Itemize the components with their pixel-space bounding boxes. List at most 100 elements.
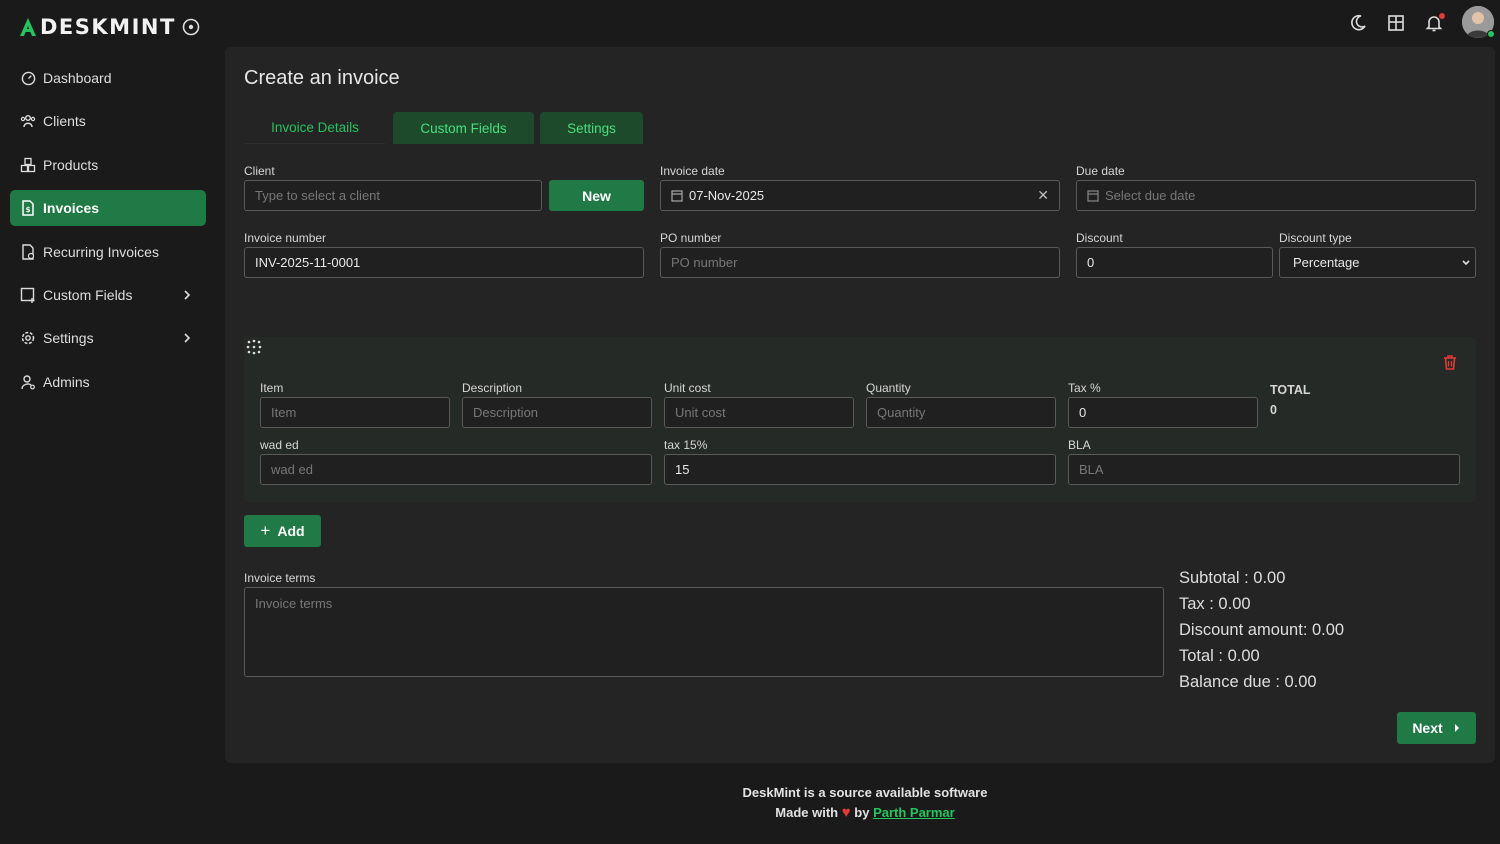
trash-icon[interactable] — [1441, 353, 1459, 371]
sidebar-item-recurring-invoices[interactable]: Recurring Invoices — [10, 234, 206, 270]
client-input[interactable]: Type to select a client — [244, 180, 542, 211]
users-icon — [20, 113, 36, 129]
gear-icon — [20, 330, 36, 346]
due-date-placeholder: Select due date — [1105, 188, 1196, 203]
sidebar-item-clients[interactable]: Clients — [10, 103, 206, 139]
due-date-field[interactable]: Select due date — [1076, 180, 1476, 211]
custom-field-3-label: BLA — [1068, 438, 1091, 452]
sidebar-item-dashboard[interactable]: Dashboard — [10, 60, 206, 96]
chevron-right-icon — [184, 290, 191, 300]
svg-text:$: $ — [26, 206, 31, 214]
add-line-item-button[interactable]: + Add — [244, 515, 321, 547]
next-button[interactable]: Next — [1397, 712, 1476, 744]
discount-input[interactable]: 0 — [1076, 247, 1273, 278]
quantity-label: Quantity — [866, 381, 911, 395]
heart-icon: ♥ — [841, 804, 851, 821]
po-number-label: PO number — [660, 231, 722, 245]
description-label: Description — [462, 381, 523, 395]
sidebar-item-label: Recurring Invoices — [43, 243, 159, 260]
invoice-date-label: Invoice date — [660, 164, 725, 178]
tax-label: Tax % — [1068, 381, 1101, 395]
unit-cost-input[interactable]: Unit cost — [664, 397, 854, 428]
invoice-number-input[interactable]: INV-2025-11-0001 — [244, 247, 644, 278]
caret-right-icon — [1454, 724, 1459, 732]
bell-icon[interactable] — [1423, 12, 1445, 34]
discount-type-select[interactable]: Percentage — [1279, 247, 1476, 278]
due-date-label: Due date — [1076, 164, 1125, 178]
description-input[interactable]: Description — [462, 397, 652, 428]
discount-type-value: Percentage — [1293, 255, 1360, 270]
item-input[interactable]: Item — [260, 397, 450, 428]
footer-line-1: DeskMint is a source available software — [742, 785, 988, 800]
dashboard-icon — [20, 70, 36, 86]
layout-icon[interactable] — [1385, 12, 1407, 34]
footer-by: by — [854, 805, 870, 820]
custom-field-1-input[interactable]: wad ed — [260, 454, 652, 485]
footer-line-2: Made with ♥ by Parth Parmar — [0, 803, 1500, 823]
subtotal-text: Subtotal : 0.00 — [1179, 569, 1286, 587]
client-label: Client — [244, 164, 275, 178]
sidebar-item-label: Settings — [43, 330, 94, 347]
total-text: Total : 0.00 — [1179, 647, 1260, 665]
invoice-date-value: 07-Nov-2025 — [689, 188, 765, 203]
item-label: Item — [260, 381, 284, 395]
line-total-value: 0 — [1270, 403, 1277, 417]
calendar-icon — [671, 190, 683, 202]
clear-date-icon[interactable]: ✕ — [1037, 187, 1049, 204]
sidebar-item-label: Admins — [43, 373, 90, 390]
admin-icon — [20, 374, 36, 390]
sidebar-item-invoices[interactable]: $ Invoices — [10, 190, 206, 227]
custom-field-2-label: tax 15% — [664, 438, 708, 452]
sidebar-item-products[interactable]: Products — [10, 147, 206, 183]
moon-icon[interactable] — [1347, 12, 1369, 34]
sidebar-item-custom-fields[interactable]: Custom Fields — [10, 277, 206, 313]
invoice-terms-label: Invoice terms — [244, 571, 316, 585]
tab-custom-fields[interactable]: Custom Fields — [393, 112, 534, 144]
sidebar-toggle-icon[interactable] — [181, 17, 201, 37]
brand-logo[interactable]: DESKMINT — [18, 14, 176, 40]
notification-dot — [1439, 13, 1445, 19]
quantity-input[interactable]: Quantity — [866, 397, 1056, 428]
chevron-right-icon — [184, 333, 191, 343]
top-bar: DESKMINT — [0, 0, 1500, 52]
calendar-icon — [1087, 190, 1099, 202]
online-status-dot — [1487, 30, 1495, 38]
sidebar-item-admins[interactable]: Admins — [10, 364, 206, 400]
tax-total-text: Tax : 0.00 — [1179, 595, 1251, 613]
sidebar-item-settings[interactable]: Settings — [10, 320, 206, 356]
invoice-terms-textarea[interactable]: Invoice terms — [244, 587, 1164, 677]
invoice-icon: $ — [20, 200, 36, 216]
recurring-icon — [20, 243, 36, 260]
discount-amount-text: Discount amount: 0.00 — [1179, 621, 1345, 639]
boxes-icon — [20, 157, 36, 173]
sidebar-item-label: Custom Fields — [43, 286, 133, 303]
page-title: Create an invoice — [244, 67, 400, 89]
balance-due-text: Balance due : 0.00 — [1179, 673, 1317, 691]
custom-fields-icon — [20, 287, 36, 303]
tab-settings[interactable]: Settings — [540, 112, 643, 144]
plus-icon: + — [260, 521, 271, 540]
author-link[interactable]: Parth Parmar — [873, 805, 955, 820]
tax-input[interactable]: 0 — [1068, 397, 1258, 428]
sidebar-item-label: Invoices — [43, 200, 100, 217]
invoice-number-label: Invoice number — [244, 231, 327, 245]
custom-field-2-input[interactable]: 15 — [664, 454, 1056, 485]
next-button-label: Next — [1412, 720, 1443, 736]
new-client-button[interactable]: New — [549, 180, 644, 211]
tab-invoice-details[interactable]: Invoice Details — [245, 112, 385, 144]
chevron-down-icon — [1462, 260, 1470, 266]
discount-type-label: Discount type — [1279, 231, 1352, 245]
po-number-input[interactable]: PO number — [660, 247, 1060, 278]
footer-made-with: Made with — [775, 805, 839, 820]
custom-field-3-input[interactable]: BLA — [1068, 454, 1460, 485]
sidebar-item-label: Products — [43, 156, 99, 173]
sidebar-item-label: Dashboard — [43, 70, 112, 86]
unit-cost-label: Unit cost — [664, 381, 711, 395]
drag-handle-icon[interactable] — [246, 339, 262, 355]
sidebar-item-label: Clients — [43, 113, 86, 130]
brand-name: DESKMINT — [40, 15, 176, 39]
sidebar: Dashboard Clients Products $ Invoices Re… — [10, 60, 206, 407]
add-button-label: Add — [277, 523, 305, 539]
invoice-date-field[interactable]: 07-Nov-2025 ✕ — [660, 180, 1060, 211]
discount-label: Discount — [1076, 231, 1123, 245]
